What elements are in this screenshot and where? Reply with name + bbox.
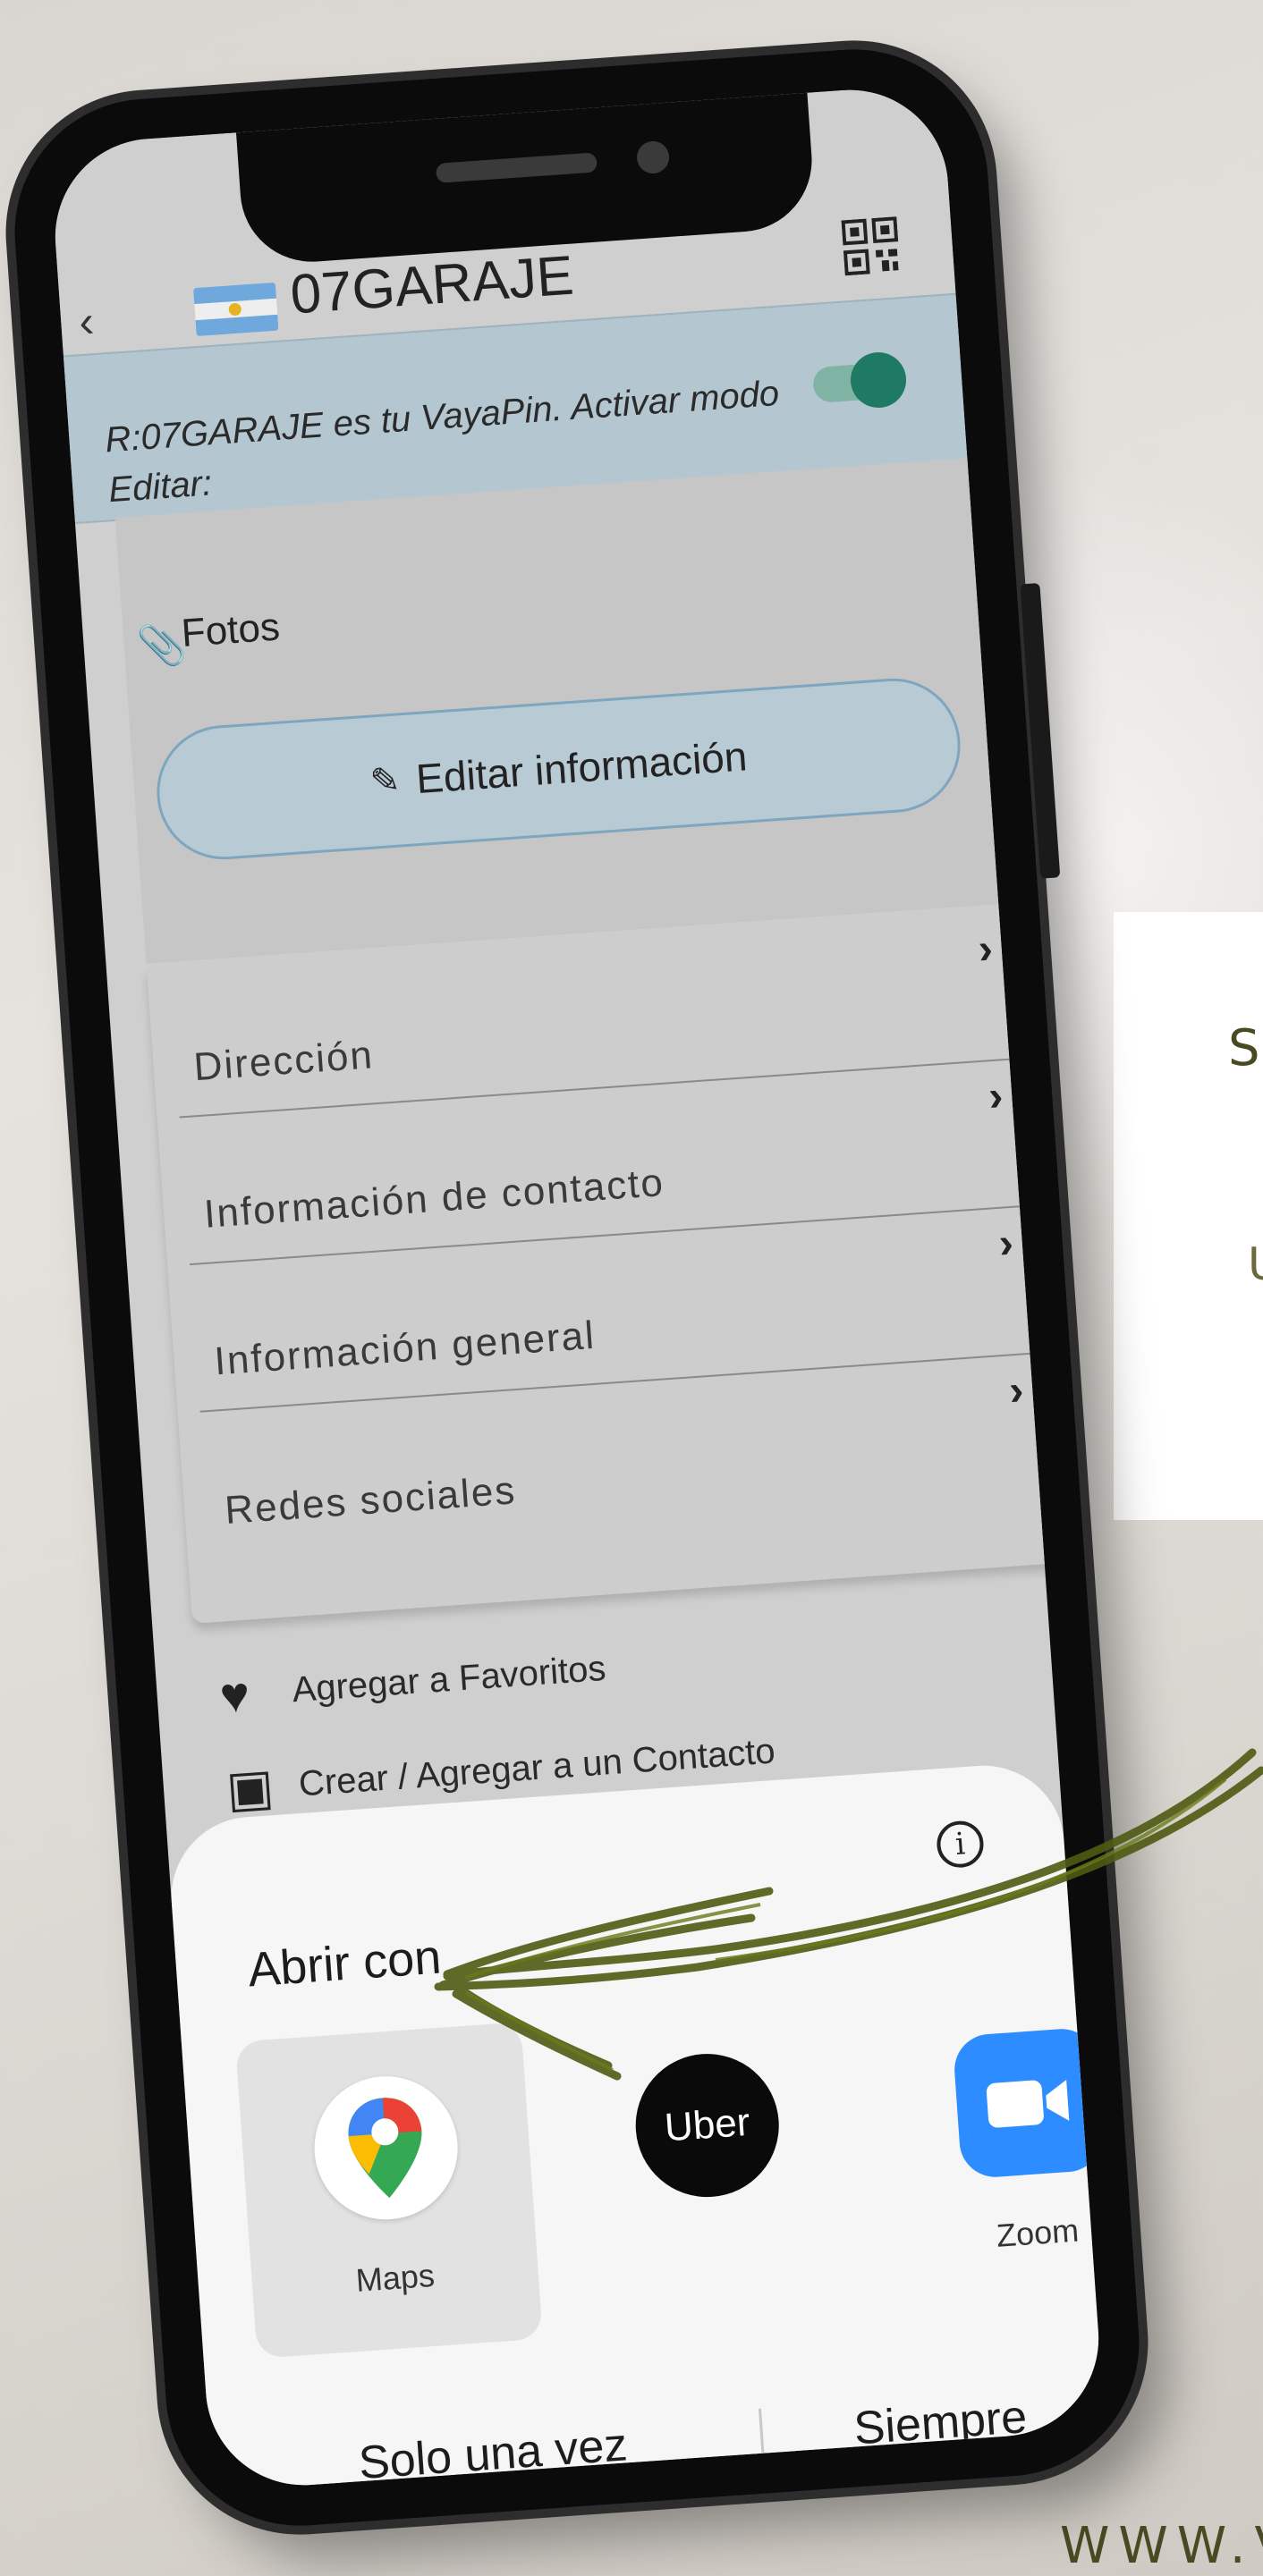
menu-item-label: Información general bbox=[213, 1313, 598, 1384]
action-label: Agregar a Favoritos bbox=[291, 1648, 607, 1710]
uber-icon: Uber bbox=[631, 2048, 784, 2202]
app-option-maps[interactable]: Maps bbox=[234, 2022, 543, 2359]
qr-code-icon[interactable] bbox=[841, 216, 900, 276]
toggle-knob bbox=[848, 350, 909, 410]
heart-icon: ♥ bbox=[217, 1665, 252, 1724]
website-text: WWW.V bbox=[1060, 2517, 1263, 2575]
app-option-uber[interactable]: Uber bbox=[556, 1999, 864, 2335]
chevron-right-icon: › bbox=[987, 1072, 1005, 1121]
card-letter-u: U bbox=[1248, 1238, 1263, 1290]
chevron-right-icon: › bbox=[1007, 1366, 1026, 1415]
phone-screen: ‹ 07GARAJE R:07GARAJE es tu VayaPin. Act… bbox=[48, 83, 1106, 2492]
camera bbox=[635, 139, 671, 175]
chevron-right-icon: › bbox=[996, 1219, 1015, 1268]
google-maps-icon bbox=[309, 2071, 462, 2225]
speaker bbox=[435, 152, 598, 183]
back-arrow-icon[interactable]: ‹ bbox=[77, 295, 96, 348]
chevron-right-icon: › bbox=[976, 925, 995, 974]
app-option-zoom[interactable]: Zoom bbox=[877, 1977, 1106, 2313]
background-card bbox=[1114, 912, 1263, 1520]
edit-info-label: Editar información bbox=[414, 732, 749, 803]
menu-item-label: Información de contacto bbox=[202, 1160, 666, 1237]
sheet-title: Abrir con bbox=[246, 1930, 444, 1997]
phone-mockup: ‹ 07GARAJE R:07GARAJE es tu VayaPin. Act… bbox=[5, 40, 1149, 2535]
menu-item-label: Redes sociales bbox=[223, 1468, 518, 1533]
info-menu: Dirección › Información de contacto › In… bbox=[146, 900, 1085, 1624]
argentina-flag-icon bbox=[192, 282, 279, 337]
open-with-sheet: i Abrir con Maps Uber Zoom Solo una vez … bbox=[165, 1760, 1106, 2492]
app-name: Zoom bbox=[995, 2211, 1081, 2254]
menu-item-label: Dirección bbox=[192, 1033, 376, 1090]
card-letter-s: S bbox=[1228, 1019, 1260, 1077]
add-favorites-action[interactable]: ♥ Agregar a Favoritos bbox=[218, 1640, 608, 1725]
app-name: Maps bbox=[354, 2256, 437, 2299]
pencil-icon: ✎ bbox=[369, 760, 402, 802]
info-icon[interactable]: i bbox=[935, 1819, 986, 1870]
photos-link[interactable]: Fotos bbox=[180, 604, 281, 656]
contact-icon: ▣ bbox=[224, 1758, 276, 1818]
edit-mode-toggle[interactable] bbox=[811, 350, 909, 410]
